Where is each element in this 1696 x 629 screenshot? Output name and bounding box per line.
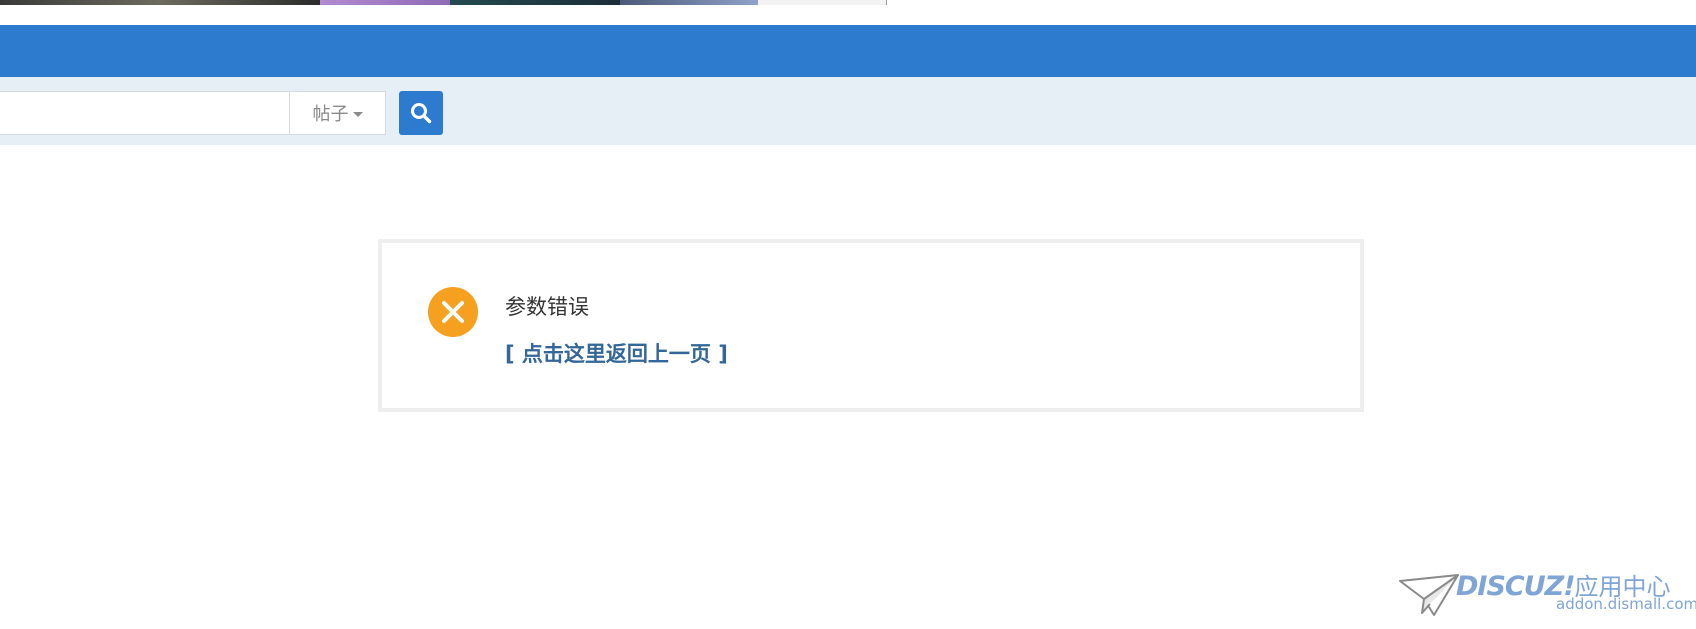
- alert-message: 参数错误: [505, 295, 589, 319]
- search-type-label: 帖子: [312, 104, 349, 125]
- search-input[interactable]: [0, 91, 289, 135]
- search-type-dropdown[interactable]: 帖子: [289, 91, 386, 135]
- watermark-url: addon.dismall.com: [1556, 595, 1696, 613]
- banner-image[interactable]: [450, 0, 620, 5]
- back-link[interactable]: [ 点击这里返回上一页 ]: [505, 338, 728, 368]
- paper-plane-icon: [1399, 574, 1459, 616]
- watermark: DISCUZ!应用中心 addon.dismall.com: [1398, 565, 1696, 625]
- main-nav-bar: [0, 25, 1696, 77]
- caret-down-icon: [352, 111, 363, 117]
- search-icon: [411, 103, 432, 124]
- search-bar: 帖子: [0, 77, 1696, 145]
- banner-image[interactable]: [320, 0, 450, 5]
- top-banner-images[interactable]: [0, 0, 888, 5]
- banner-image[interactable]: [758, 0, 887, 5]
- banner-image[interactable]: [620, 0, 758, 5]
- alert-box: 参数错误 [ 点击这里返回上一页 ]: [378, 239, 1364, 412]
- close-circle-icon: [428, 287, 478, 337]
- banner-image[interactable]: [0, 0, 320, 5]
- search-button[interactable]: [399, 91, 443, 135]
